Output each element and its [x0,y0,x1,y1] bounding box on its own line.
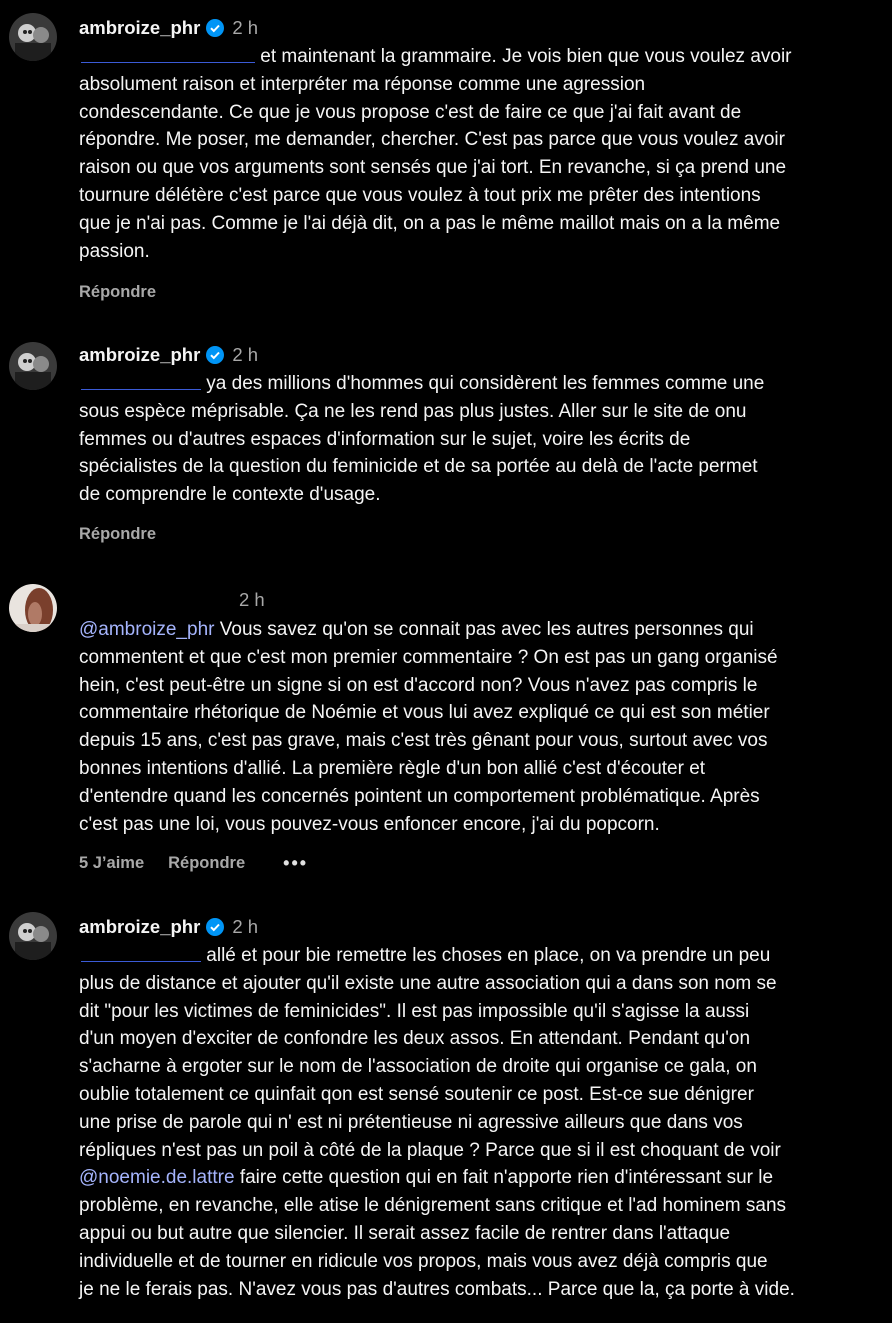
username[interactable]: ambroize_phr [79,17,200,39]
comment-text: et maintenant la grammaire. Je vois bien… [79,44,792,262]
verified-badge-icon [206,346,225,364]
avatar[interactable] [9,584,57,632]
comment-text: allé et pour bie remettre les choses en … [79,943,795,1300]
comment-actions: 5 J’aime Répondre ••• [79,853,308,874]
comment-header: ambroize_phr 2 h [79,342,258,368]
redacted-username [79,943,201,965]
more-options-icon[interactable]: ••• [283,853,308,874]
comment-header: 2 h [79,587,265,613]
reply-button[interactable]: Répondre [79,283,156,302]
verified-badge-icon [206,19,225,37]
comment-actions: Répondre [79,525,156,544]
comment-header: ambroize_phr 2 h [79,15,258,41]
comment-actions: Répondre [79,283,156,302]
comment-header: ambroize_phr 2 h [79,914,258,940]
mention-link[interactable]: @noemie.de.lattre [79,1167,235,1188]
avatar[interactable] [9,13,57,61]
comment-text: ya des millions d'hommes qui considèrent… [79,371,765,506]
reply-button[interactable]: Répondre [168,854,245,873]
avatar[interactable] [9,342,57,390]
redacted-username [79,589,231,611]
likes-count[interactable]: 5 J’aime [79,854,144,873]
avatar[interactable] [9,912,57,960]
timestamp: 2 h [239,589,265,610]
timestamp: 2 h [232,344,259,365]
verified-badge-icon [206,918,225,936]
mention-link[interactable]: @ambroize_phr [79,619,214,640]
redacted-username [79,44,255,66]
comment-thread: ambroize_phr 2 h et maintenant la gramma… [0,0,892,1323]
timestamp: 2 h [232,916,259,937]
redacted-username [79,371,201,393]
comment-text: @ambroize_phr Vous savez qu'on se connai… [79,619,778,835]
reply-button[interactable]: Répondre [79,525,156,544]
username[interactable]: ambroize_phr [79,344,200,366]
username[interactable]: ambroize_phr [79,916,200,938]
timestamp: 2 h [232,17,259,38]
